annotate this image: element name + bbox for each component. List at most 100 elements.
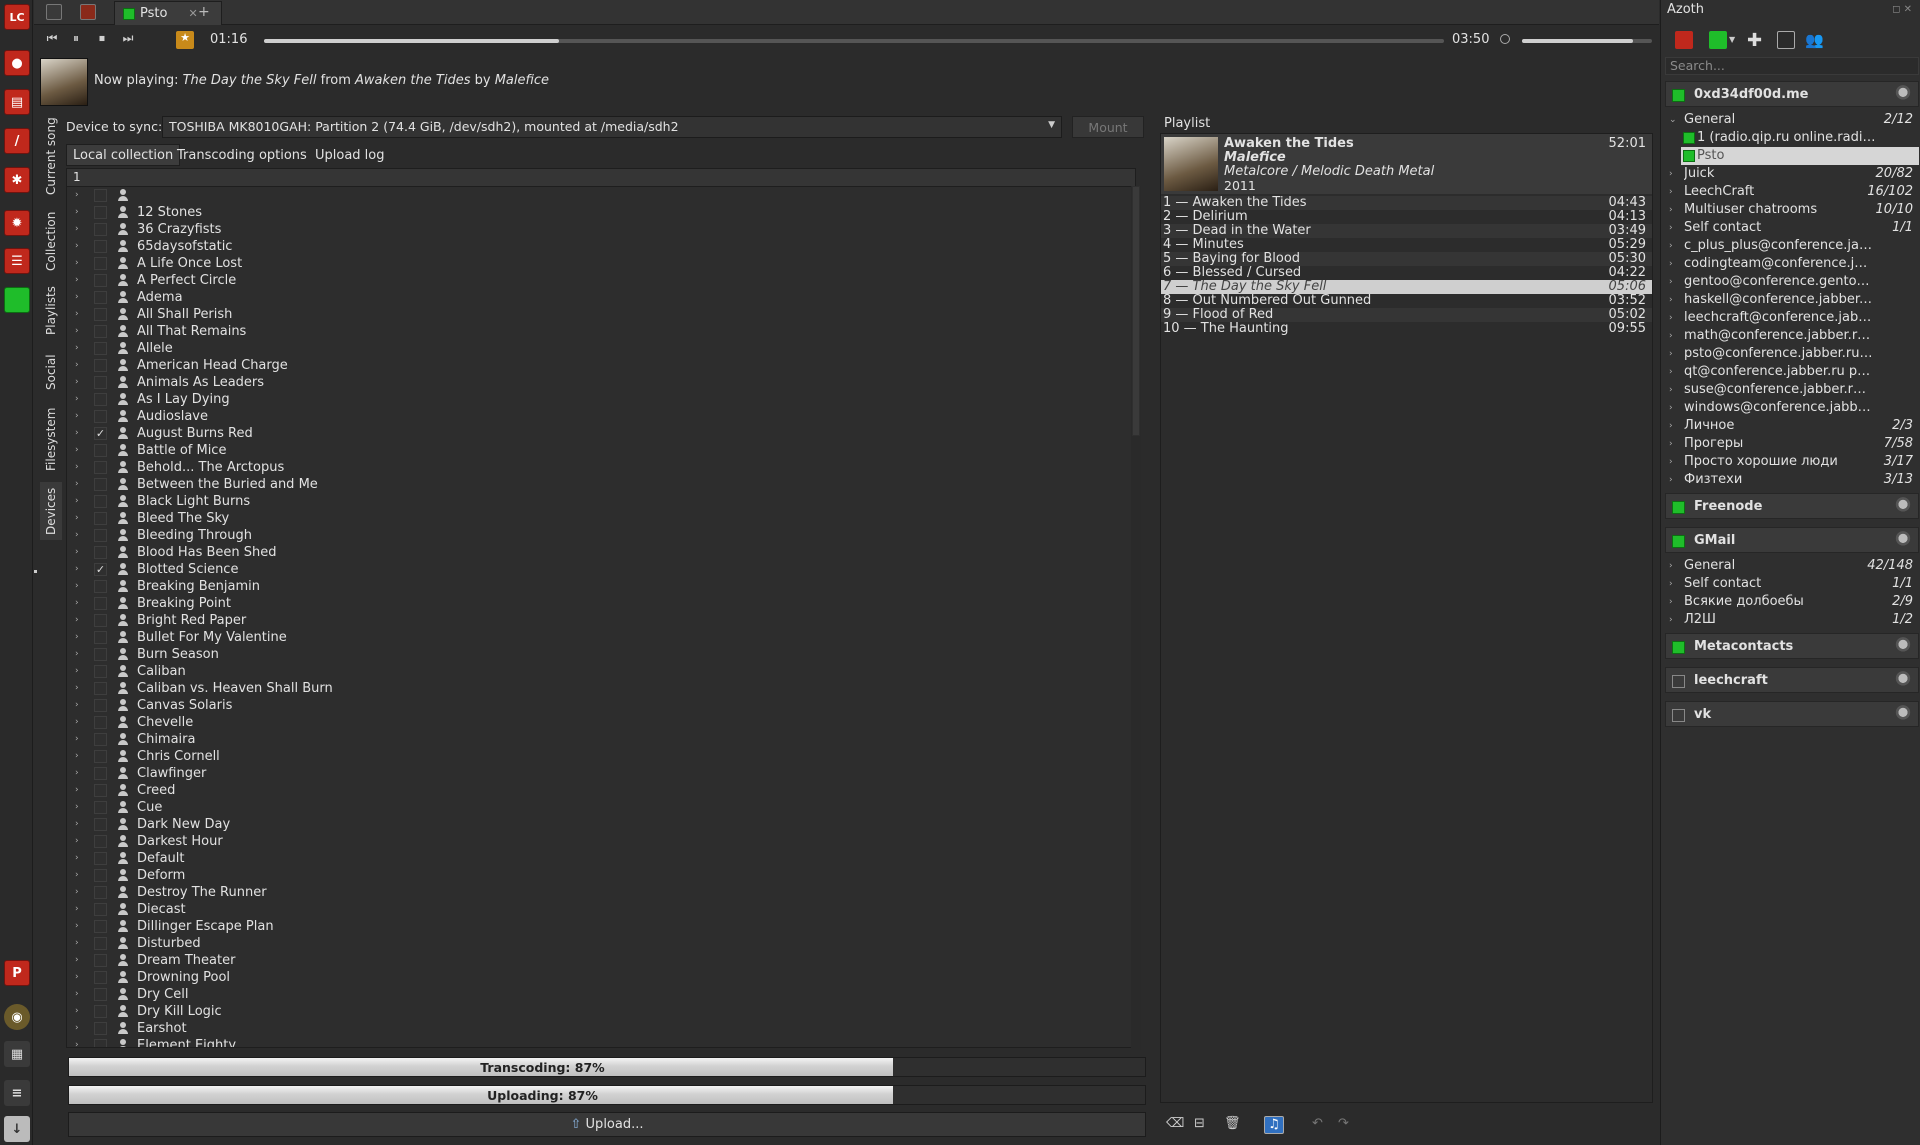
row-checkbox[interactable]	[94, 784, 107, 797]
row-checkbox[interactable]	[94, 954, 107, 967]
roster-group[interactable]: › c_plus_plus@conference.jabber.ru ...	[1665, 237, 1919, 255]
tree-row[interactable]: › Earshot	[67, 1020, 1135, 1037]
tree-row[interactable]: › Behold... The Arctopus	[67, 459, 1135, 476]
playlist-track[interactable]: 3 — Dead in the Water 03:49	[1161, 224, 1652, 238]
row-checkbox[interactable]	[94, 852, 107, 865]
chevron-right-icon[interactable]: ›	[75, 850, 79, 867]
scrollbar-thumb[interactable]	[1132, 186, 1140, 436]
row-checkbox[interactable]	[94, 189, 107, 202]
tree-row[interactable]: › Audioslave	[67, 408, 1135, 425]
leechcraft-logo-icon[interactable]: LC	[4, 4, 30, 30]
presence-offline-icon[interactable]	[1672, 709, 1685, 722]
row-checkbox[interactable]	[94, 410, 107, 423]
device-select[interactable]: TOSHIBA MK8010GAH: Partition 2 (74.4 GiB…	[162, 116, 1062, 138]
playlist-track[interactable]: 6 — Blessed / Cursed 04:22	[1161, 266, 1652, 280]
playlist-track[interactable]: 4 — Minutes 05:29	[1161, 238, 1652, 252]
chevron-right-icon[interactable]: ›	[75, 374, 79, 391]
chevron-right-icon[interactable]: ›	[75, 697, 79, 714]
playlist-track[interactable]: 5 — Baying for Blood 05:30	[1161, 252, 1652, 266]
tree-row[interactable]: › A Perfect Circle	[67, 272, 1135, 289]
tree-row[interactable]: › Drowning Pool	[67, 969, 1135, 986]
roster-group[interactable]: › Всякие долбоебы 2/9	[1665, 593, 1919, 611]
volume-slider[interactable]	[1522, 39, 1652, 43]
chevron-right-icon[interactable]: ›	[75, 714, 79, 731]
row-checkbox[interactable]	[94, 529, 107, 542]
roster-group[interactable]: › math@conference.jabber.ru partici...	[1665, 327, 1919, 345]
chevron-right-icon[interactable]: ›	[1669, 201, 1673, 219]
row-checkbox[interactable]	[94, 512, 107, 525]
plugin-icon[interactable]: ✱	[4, 167, 30, 193]
row-checkbox[interactable]	[94, 274, 107, 287]
chevron-right-icon[interactable]: ›	[1669, 363, 1673, 381]
contacts-icon[interactable]: 👥	[1805, 31, 1824, 49]
row-checkbox[interactable]: ✓	[94, 427, 107, 440]
chevron-right-icon[interactable]: ›	[75, 935, 79, 952]
chevron-right-icon[interactable]: ›	[75, 799, 79, 816]
row-checkbox[interactable]	[94, 869, 107, 882]
chevron-right-icon[interactable]: ›	[75, 884, 79, 901]
chevron-right-icon[interactable]: ›	[75, 833, 79, 850]
roster-contact[interactable]: Psto	[1681, 147, 1919, 165]
chevron-right-icon[interactable]: ›	[75, 459, 79, 476]
chevron-right-icon[interactable]: ›	[75, 765, 79, 782]
vtab-current-song[interactable]: Current song	[40, 112, 62, 200]
chevron-right-icon[interactable]: ›	[75, 816, 79, 833]
vtab-devices[interactable]: Devices	[40, 482, 62, 540]
chevron-right-icon[interactable]: ›	[1669, 255, 1673, 273]
roster-group[interactable]: › leechcraft@conference.jabber.ru p...	[1665, 309, 1919, 327]
chevron-right-icon[interactable]: ›	[75, 867, 79, 884]
row-checkbox[interactable]	[94, 750, 107, 763]
tree-row[interactable]: › Burn Season	[67, 646, 1135, 663]
tree-row[interactable]: ›	[67, 187, 1135, 204]
tree-row[interactable]: › Clawfinger	[67, 765, 1135, 782]
chevron-right-icon[interactable]: ›	[75, 187, 79, 204]
roster-group[interactable]: › Multiuser chatrooms 10/10	[1665, 201, 1919, 219]
undo-icon[interactable]: ↶	[1312, 1116, 1332, 1134]
chevron-right-icon[interactable]: ›	[75, 969, 79, 986]
chevron-right-icon[interactable]: ›	[75, 731, 79, 748]
roster-group[interactable]: › psto@conference.jabber.ru particip...	[1665, 345, 1919, 363]
chevron-right-icon[interactable]: ›	[75, 680, 79, 697]
chevron-right-icon[interactable]: ›	[75, 1020, 79, 1037]
chevron-right-icon[interactable]: ›	[75, 476, 79, 493]
chevron-right-icon[interactable]: ›	[1669, 471, 1673, 489]
tree-row[interactable]: › Breaking Benjamin	[67, 578, 1135, 595]
row-checkbox[interactable]	[94, 920, 107, 933]
playlist-track[interactable]: 10 — The Haunting 09:55	[1161, 322, 1652, 336]
seek-slider[interactable]	[264, 39, 1444, 43]
chevron-right-icon[interactable]: ›	[75, 221, 79, 238]
chevron-right-icon[interactable]: ›	[1669, 327, 1673, 345]
presence-online-icon[interactable]	[1672, 641, 1685, 654]
chevron-right-icon[interactable]: ›	[1669, 399, 1673, 417]
row-checkbox[interactable]	[94, 818, 107, 831]
chevron-right-icon[interactable]: ›	[75, 493, 79, 510]
chevron-right-icon[interactable]: ›	[75, 544, 79, 561]
chevron-right-icon[interactable]: ›	[75, 629, 79, 646]
tree-row[interactable]: › Bullet For My Valentine	[67, 629, 1135, 646]
chevron-right-icon[interactable]: ›	[1669, 611, 1673, 629]
chevron-right-icon[interactable]: ›	[1669, 345, 1673, 363]
tree-row[interactable]: › Between the Buried and Me	[67, 476, 1135, 493]
playlist-track[interactable]: 9 — Flood of Red 05:02	[1161, 308, 1652, 322]
account-header[interactable]: GMail	[1665, 527, 1919, 553]
row-checkbox[interactable]	[94, 648, 107, 661]
tree-row[interactable]: › All Shall Perish	[67, 306, 1135, 323]
tree-row[interactable]: › 36 Crazyfists	[67, 221, 1135, 238]
row-checkbox[interactable]	[94, 1039, 107, 1047]
roster-group[interactable]: › Self contact 1/1	[1665, 575, 1919, 593]
tree-row[interactable]: › Bleed The Sky	[67, 510, 1135, 527]
row-checkbox[interactable]	[94, 1022, 107, 1035]
vtab-filesystem[interactable]: Filesystem	[40, 404, 62, 474]
volume-icon[interactable]	[1500, 34, 1510, 44]
chevron-down-icon[interactable]: ⌄	[1669, 111, 1677, 129]
tab-upload-log[interactable]: Upload log	[308, 144, 392, 166]
pause-icon[interactable]: ⏸	[66, 31, 86, 49]
tree-row[interactable]: › Black Light Burns	[67, 493, 1135, 510]
chevron-right-icon[interactable]: ›	[75, 901, 79, 918]
chevron-right-icon[interactable]: ›	[75, 204, 79, 221]
tab-local-collection[interactable]: Local collection	[66, 144, 181, 166]
roster-group[interactable]: › gentoo@conference.gentoo.ru part...	[1665, 273, 1919, 291]
remove-selected-icon[interactable]: ⊟	[1194, 1116, 1214, 1134]
tree-row[interactable]: › Battle of Mice	[67, 442, 1135, 459]
chevron-right-icon[interactable]: ›	[75, 510, 79, 527]
